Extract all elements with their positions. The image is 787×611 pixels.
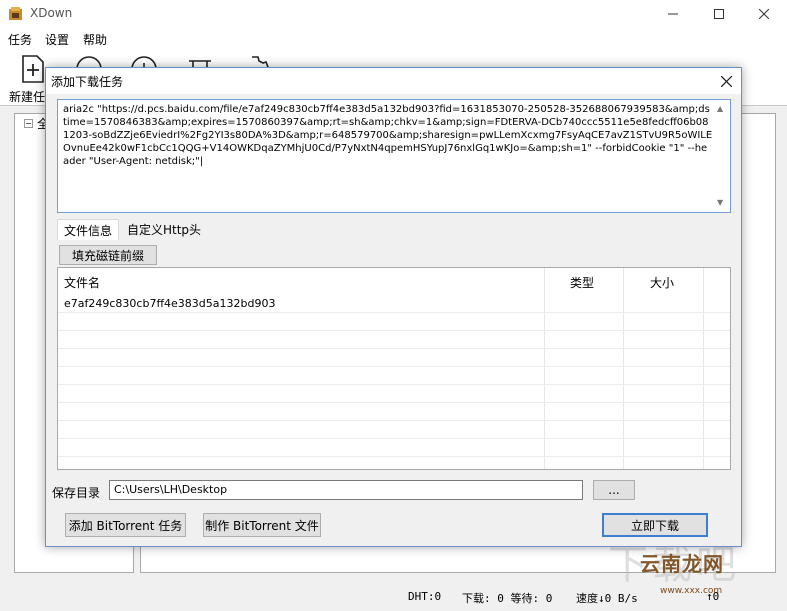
watermark-url: www.xxx.com — [660, 586, 723, 596]
command-scrollbar[interactable]: ▲ ▼ — [714, 100, 730, 212]
save-dir-input[interactable]: C:\Users\LH\Desktop — [109, 480, 583, 500]
dialog-title-bar: 添加下载任务 — [46, 68, 741, 94]
minimize-button[interactable] — [650, 0, 696, 28]
app-logo-icon — [9, 7, 22, 20]
file-table-header: 文件名 类型 大小 — [58, 268, 730, 294]
menu-bar: 任务 设置 帮助 — [0, 28, 787, 48]
dialog-close-button[interactable] — [711, 68, 741, 94]
add-bittorrent-button[interactable]: 添加 BitTorrent 任务 — [65, 513, 186, 537]
maximize-button[interactable] — [696, 0, 742, 28]
title-bar: XDown — [0, 0, 787, 28]
download-now-button[interactable]: 立即下载 — [602, 513, 708, 537]
browse-folder-button[interactable]: ... — [593, 480, 635, 500]
column-header-type[interactable]: 类型 — [570, 274, 594, 291]
column-divider — [623, 268, 624, 469]
row-divider — [58, 312, 730, 313]
new-task-label[interactable]: 新建任 — [9, 88, 45, 105]
add-download-dialog: 添加下载任务 aria2c "https://d.pcs.baidu.com/f… — [45, 67, 742, 547]
close-icon — [720, 75, 732, 87]
tree-collapse-toggle[interactable]: − — [24, 119, 33, 128]
column-header-filename[interactable]: 文件名 — [64, 274, 100, 291]
watermark-text: 云南龙网 — [640, 552, 724, 576]
save-dir-label: 保存目录 — [52, 486, 101, 500]
menu-settings[interactable]: 设置 — [45, 31, 69, 48]
row-divider — [58, 456, 730, 457]
dialog-tabs: 文件信息 自定义Http头 — [57, 219, 731, 241]
row-divider — [58, 366, 730, 367]
row-divider — [58, 420, 730, 421]
row-divider — [58, 330, 730, 331]
column-divider — [544, 268, 545, 469]
dialog-title: 添加下载任务 — [51, 75, 124, 89]
scroll-down-icon[interactable]: ▼ — [717, 198, 723, 207]
maximize-icon — [714, 9, 724, 19]
column-header-size[interactable]: 大小 — [650, 274, 674, 291]
menu-task[interactable]: 任务 — [8, 31, 32, 48]
row-divider — [58, 384, 730, 385]
close-icon — [759, 9, 769, 19]
new-task-icon[interactable] — [18, 54, 48, 84]
tab-file-info[interactable]: 文件信息 — [57, 219, 120, 240]
column-divider — [703, 268, 704, 469]
row-divider — [58, 348, 730, 349]
download-count: 下载: 0 等待: 0 — [462, 592, 553, 605]
close-window-button[interactable] — [741, 0, 787, 28]
menu-help[interactable]: 帮助 — [83, 31, 107, 48]
fill-magnet-prefix-button[interactable]: 填充磁链前缀 — [59, 245, 157, 265]
app-title: XDown — [30, 6, 73, 20]
download-speed: 速度↓0 B/s — [576, 592, 638, 605]
row-divider — [58, 402, 730, 403]
make-bittorrent-button[interactable]: 制作 BitTorrent 文件 — [203, 513, 321, 537]
row-divider — [58, 438, 730, 439]
tab-custom-http-header[interactable]: 自定义Http头 — [121, 219, 207, 240]
scroll-up-icon[interactable]: ▲ — [717, 104, 723, 113]
minimize-icon — [668, 13, 678, 15]
download-command-text[interactable]: aria2c "https://d.pcs.baidu.com/file/e7a… — [63, 103, 713, 168]
table-row[interactable]: e7af249c830cb7ff4e383d5a132bd903 — [64, 297, 275, 310]
file-table[interactable]: 文件名 类型 大小 e7af249c830cb7ff4e383d5a132bd9… — [57, 267, 731, 470]
download-command-textarea[interactable]: aria2c "https://d.pcs.baidu.com/file/e7a… — [57, 99, 731, 213]
dht-status: DHT:0 — [408, 590, 442, 603]
